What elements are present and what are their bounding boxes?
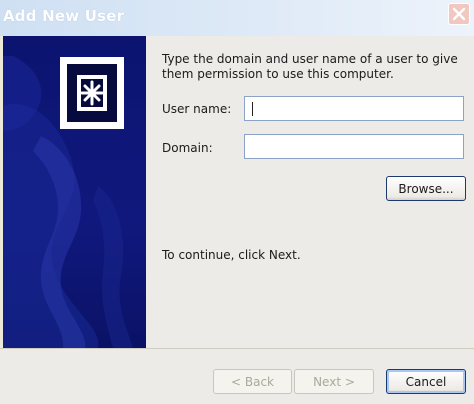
domain-field[interactable] [244, 134, 464, 159]
dialog-content: Type the domain and user name of a user … [146, 36, 474, 348]
window-title: Add New User [3, 7, 125, 25]
browse-button[interactable]: Browse... [386, 176, 466, 201]
back-button[interactable]: < Back [213, 369, 292, 394]
user-key-icon [60, 57, 124, 129]
username-label: User name: [162, 102, 232, 116]
domain-label: Domain: [162, 141, 213, 155]
add-new-user-dialog: Add New User Type the domain and user na… [0, 0, 474, 404]
continue-hint: To continue, click Next. [162, 248, 301, 262]
username-field[interactable] [244, 96, 464, 121]
wizard-side-panel [3, 36, 146, 348]
instructions-text: Type the domain and user name of a user … [162, 52, 458, 81]
text-cursor [252, 102, 253, 116]
close-icon [452, 7, 466, 21]
title-bar[interactable]: Add New User [0, 0, 474, 36]
wizard-footer: < Back Next > Cancel [0, 348, 474, 404]
close-button[interactable] [448, 3, 470, 25]
next-button[interactable]: Next > [294, 369, 374, 394]
cancel-button[interactable]: Cancel [386, 369, 466, 394]
